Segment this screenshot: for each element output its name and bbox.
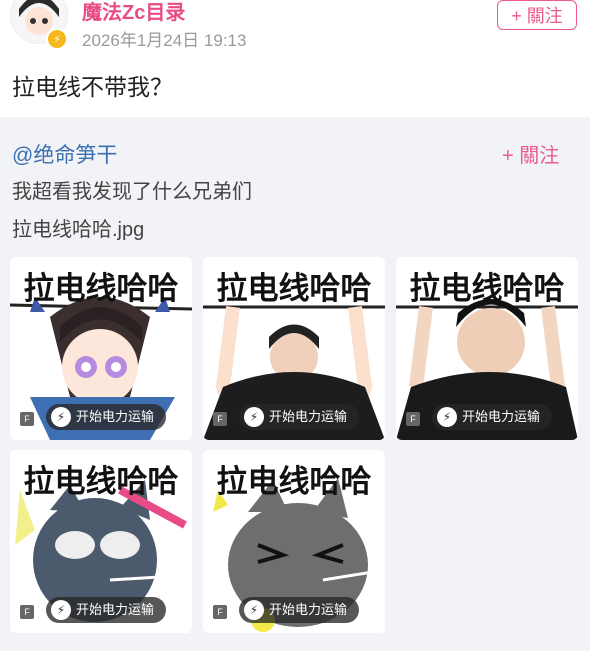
lightning-icon: ⚡ — [51, 600, 71, 620]
image-label-pill: ⚡ 开始电力运输 — [239, 404, 360, 430]
image-label-pill: ⚡ 开始电力运输 — [46, 404, 167, 430]
repost-text-line: 我超看我发现了什么兄弟们 — [12, 181, 252, 203]
post-timestamp: 2026年1月24日 19:13 — [82, 31, 247, 50]
image-thumbnail[interactable]: 拉电线哈哈 F ⚡ 开始电力运输 — [396, 257, 578, 440]
gif-badge-icon: F — [213, 412, 227, 426]
image-label-pill: ⚡ 开始电力运输 — [239, 597, 360, 623]
repost-card[interactable]: @绝命笋干 + 關注 我超看我发现了什么兄弟们 拉电线哈哈.jpg 拉电线哈哈 F… — [0, 117, 590, 651]
image-label-text: 开始电力运输 — [462, 409, 541, 424]
repost-username[interactable]: @绝命笋干 — [12, 139, 117, 169]
gif-badge-icon: F — [20, 605, 34, 619]
repost-follow-button[interactable]: + 關注 — [502, 139, 559, 168]
gif-badge-icon: F — [213, 605, 227, 619]
image-label-text: 开始电力运输 — [269, 602, 348, 617]
image-label-pill: ⚡ 开始电力运输 — [432, 404, 553, 430]
image-caption-text: 拉电线哈哈 — [216, 271, 372, 306]
lightning-icon: ⚡ — [51, 407, 71, 427]
image-thumbnail[interactable]: 拉电线哈哈 F ⚡ 开始电力运输 — [203, 257, 385, 440]
lightning-icon: ⚡ — [244, 407, 264, 427]
gif-badge-icon: F — [406, 412, 420, 426]
image-caption-text: 拉电线哈哈 — [23, 271, 179, 306]
repost-text-line: 拉电线哈哈.jpg — [12, 219, 145, 241]
post-header: ⚡ 魔法Zc目录 2026年1月24日 19:13 + 關注 — [0, 0, 590, 60]
image-caption-text: 拉电线哈哈 — [23, 464, 179, 499]
image-label-text: 开始电力运输 — [76, 602, 155, 617]
lightning-icon: ⚡ — [244, 600, 264, 620]
image-label-pill: ⚡ 开始电力运输 — [46, 597, 167, 623]
follow-button[interactable]: + 關注 — [497, 0, 577, 30]
image-thumbnail[interactable]: 拉电线哈哈 F ⚡ 开始电力运输 — [10, 257, 192, 440]
author-name[interactable]: 魔法Zc目录 — [82, 0, 185, 25]
image-thumbnail[interactable]: 拉电线哈哈 F ⚡ 开始电力运输 — [203, 450, 385, 633]
verified-badge-icon: ⚡ — [46, 28, 68, 50]
image-thumbnail[interactable]: 拉电线哈哈 F ⚡ 开始电力运输 — [10, 450, 192, 633]
gif-badge-icon: F — [20, 412, 34, 426]
image-label-text: 开始电力运输 — [76, 409, 155, 424]
lightning-icon: ⚡ — [437, 407, 457, 427]
post-text: 拉电线不带我？ — [12, 74, 173, 100]
image-caption-text: 拉电线哈哈 — [409, 271, 565, 306]
image-label-text: 开始电力运输 — [269, 409, 348, 424]
image-caption-text: 拉电线哈哈 — [216, 464, 372, 499]
